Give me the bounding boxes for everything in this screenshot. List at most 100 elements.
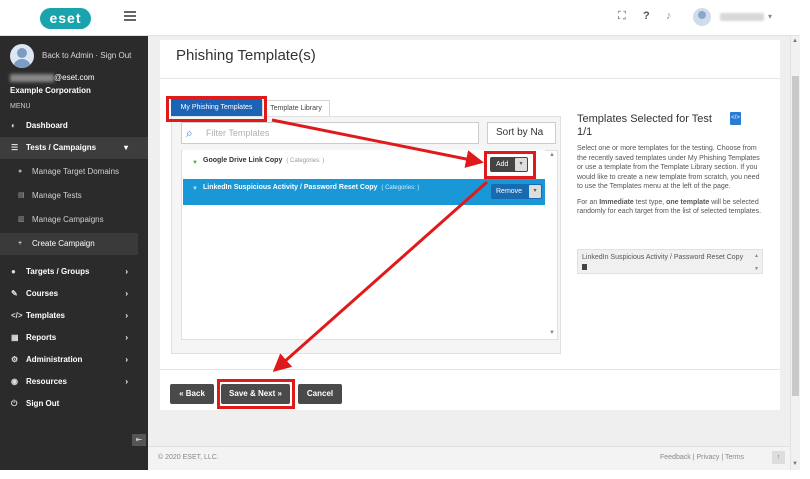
- sidebar-item-label: Manage Campaigns: [32, 215, 104, 224]
- selected-description: Select one or more templates for the tes…: [577, 144, 767, 217]
- chevron-down-icon[interactable]: ▾: [515, 158, 527, 171]
- divider: [160, 369, 780, 370]
- add-template-button[interactable]: Add ▾: [490, 157, 528, 172]
- template-categories: ( Categories: ): [381, 185, 420, 191]
- scroll-up-icon[interactable]: ▲: [549, 152, 555, 158]
- scroll-up-icon[interactable]: ▲: [754, 252, 759, 262]
- footer-links[interactable]: Feedback | Privacy | Terms: [660, 454, 744, 461]
- list-icon: ▤: [18, 192, 25, 199]
- chevron-down-icon[interactable]: ▾: [529, 185, 541, 198]
- page-title: Phishing Template(s): [176, 47, 316, 64]
- trash-icon[interactable]: [582, 263, 587, 270]
- tests-icon: ☰: [11, 143, 19, 152]
- window-scrollbar[interactable]: ▲ ▼: [790, 36, 800, 470]
- scroll-down-icon[interactable]: ▼: [549, 330, 555, 336]
- description-note: For an Immediate test type, one template…: [577, 198, 762, 216]
- selected-template-item: LinkedIn Suspicious Activity / Password …: [582, 254, 744, 261]
- chevron-down-icon: ▾: [123, 143, 128, 152]
- sidebar-item-administration[interactable]: ⚙ Administration ›: [0, 349, 148, 371]
- sidebar-item-label: Tests / Campaigns: [26, 143, 97, 152]
- sidebar-item-label: Courses: [26, 289, 59, 298]
- menu-label: MENU: [10, 103, 31, 110]
- filter-templates-input[interactable]: ⌕ Filter Templates: [181, 122, 479, 144]
- bell-icon[interactable]: ♪: [666, 10, 672, 22]
- code-icon: </>: [11, 311, 23, 320]
- expand-icon[interactable]: ▼: [192, 186, 198, 192]
- divider: [160, 78, 780, 79]
- selected-templates-heading: Templates Selected for Test 1/1: [577, 113, 712, 138]
- fullscreen-icon[interactable]: ⛶: [618, 10, 626, 23]
- sidebar-item-manage-tests[interactable]: ▤ Manage Tests: [0, 185, 138, 207]
- sidebar-item-label: Targets / Groups: [26, 267, 90, 276]
- sidebar-item-reports[interactable]: ▦ Reports ›: [0, 327, 148, 349]
- campaign-icon: ▥: [18, 216, 25, 223]
- sidebar-item-label: Administration: [26, 355, 83, 364]
- sidebar: Back to Admin · Sign Out @eset.com Examp…: [0, 36, 148, 470]
- chevron-down-icon[interactable]: ▾: [768, 12, 772, 21]
- sort-select[interactable]: Sort by Na: [487, 122, 556, 144]
- sidebar-item-sign-out[interactable]: ⏻ Sign Out: [0, 393, 148, 415]
- description-paragraph: Select one or more templates for the tes…: [577, 145, 760, 190]
- scroll-down-icon[interactable]: ▼: [792, 461, 798, 467]
- resources-icon: ◉: [11, 377, 18, 386]
- sidebar-item-dashboard[interactable]: ◐ Dashboard: [0, 115, 148, 137]
- sidebar-item-tests-campaigns[interactable]: ☰ Tests / Campaigns ▾: [0, 137, 148, 159]
- scrollbar-thumb[interactable]: [792, 76, 799, 396]
- collapse-sidebar-icon[interactable]: ⇤: [132, 434, 146, 446]
- chevron-right-icon: ›: [125, 377, 128, 386]
- search-icon: ⌕: [186, 126, 193, 140]
- selected-count: 1/1: [577, 126, 593, 138]
- sidebar-item-create-campaign[interactable]: + Create Campaign: [0, 233, 138, 255]
- reports-icon: ▦: [11, 333, 19, 342]
- save-next-button[interactable]: Save & Next »: [221, 384, 290, 404]
- code-file-icon[interactable]: </>: [730, 112, 741, 125]
- sidebar-item-manage-campaigns[interactable]: ▥ Manage Campaigns: [0, 209, 138, 231]
- sidebar-item-label: Create Campaign: [32, 239, 95, 248]
- remove-template-button[interactable]: Remove ▾: [491, 184, 542, 199]
- sidebar-item-resources[interactable]: ◉ Resources ›: [0, 371, 148, 393]
- sidebar-item-label: Manage Tests: [32, 191, 82, 200]
- top-bar: eset ⛶ ? ♪ ▾: [0, 0, 800, 36]
- sidebar-item-courses[interactable]: ✎ Courses ›: [0, 283, 148, 305]
- chevron-right-icon: ›: [125, 267, 128, 276]
- tab-template-library[interactable]: Template Library: [262, 100, 330, 116]
- cancel-button[interactable]: Cancel: [298, 384, 342, 404]
- hamburger-menu-icon[interactable]: [124, 11, 136, 21]
- back-button[interactable]: « Back: [170, 384, 214, 404]
- template-name: LinkedIn Suspicious Activity / Password …: [203, 184, 420, 191]
- chevron-right-icon: ›: [125, 355, 128, 364]
- user-email: @eset.com: [10, 73, 95, 82]
- help-icon[interactable]: ?: [643, 10, 650, 22]
- sidebar-item-templates[interactable]: </> Templates ›: [0, 305, 148, 327]
- user-name[interactable]: [720, 13, 764, 21]
- tab-my-phishing-templates[interactable]: My Phishing Templates: [171, 99, 262, 116]
- remove-label: Remove: [496, 188, 523, 195]
- filter-placeholder: Filter Templates: [206, 128, 270, 138]
- back-to-admin-link[interactable]: Back to Admin · Sign Out: [42, 51, 131, 60]
- sidebar-item-label: Reports: [26, 333, 57, 342]
- add-label: Add: [496, 161, 509, 168]
- expand-icon[interactable]: ▼: [192, 160, 198, 166]
- sidebar-item-label: Dashboard: [26, 121, 68, 130]
- plus-icon: +: [18, 240, 23, 247]
- chevron-right-icon: ›: [125, 289, 128, 298]
- scroll-up-icon[interactable]: ▲: [792, 38, 798, 44]
- sidebar-item-targets-groups[interactable]: ● Targets / Groups ›: [0, 261, 148, 283]
- sidebar-item-label: Manage Target Domains: [32, 167, 120, 176]
- sidebar-item-manage-target-domains[interactable]: ● Manage Target Domains: [0, 161, 138, 183]
- sidebar-avatar: [10, 44, 34, 68]
- template-categories: ( Categories: ): [286, 158, 325, 164]
- template-name: Google Drive Link Copy( Categories: ): [203, 157, 325, 164]
- globe-icon: ●: [18, 168, 23, 175]
- power-icon: ⏻: [11, 399, 18, 408]
- user-avatar[interactable]: [693, 8, 711, 26]
- dashboard-icon: ◐: [11, 121, 16, 130]
- courses-icon: ✎: [11, 289, 18, 298]
- scroll-to-top-icon[interactable]: ↑: [772, 451, 785, 464]
- chevron-right-icon: ›: [125, 333, 128, 342]
- sidebar-item-label: Sign Out: [26, 399, 60, 408]
- selected-templates-list: LinkedIn Suspicious Activity / Password …: [577, 249, 763, 274]
- users-icon: ●: [11, 267, 16, 276]
- eset-logo[interactable]: eset: [40, 8, 91, 29]
- scroll-down-icon[interactable]: ▼: [754, 265, 759, 275]
